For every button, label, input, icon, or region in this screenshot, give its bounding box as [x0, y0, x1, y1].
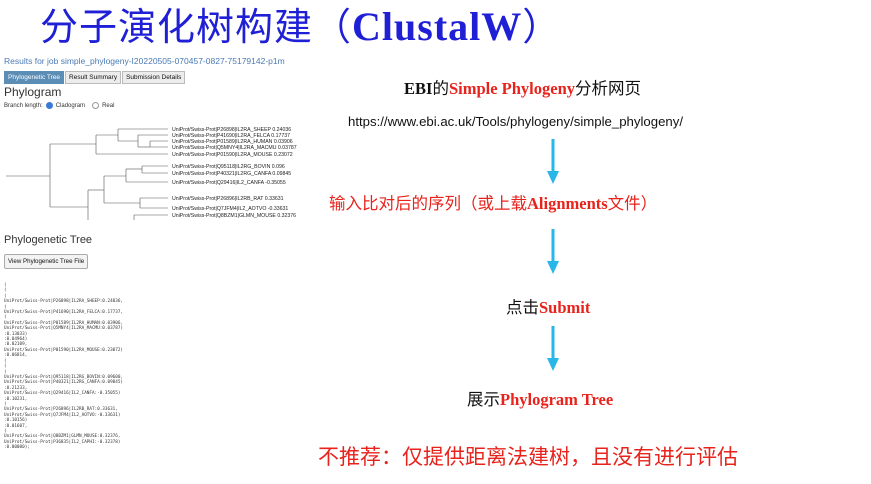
ebi-suffix: 分析网页: [575, 79, 641, 98]
tree-leaf-label: UniProt/Swiss-Prot|Q5MNY4|IL2RA_MACMU 0.…: [172, 145, 297, 151]
view-tree-file-button[interactable]: View Phylogenetic Tree File: [4, 254, 89, 269]
branch-length-control: Branch length: Cladogram Real: [4, 102, 114, 109]
step3-phylogram-tree: Phylogram Tree: [500, 390, 614, 409]
slide-title-close: ）: [522, 5, 562, 49]
job-title: Results for job simple_phylogeny-I202205…: [4, 56, 285, 66]
step-input-alignment: 输入比对后的序列（或上载Alignments文件）: [329, 190, 657, 214]
simple-phylogeny-label: Simple Phylogeny: [448, 79, 575, 98]
slide-title-zh: 分子演化树构建（: [40, 5, 353, 49]
tab-phylogenetic-tree[interactable]: Phylogenetic Tree: [4, 71, 65, 84]
cladogram-radio[interactable]: [45, 102, 53, 109]
tab-submission-details[interactable]: Submission Details: [122, 71, 186, 84]
tree-leaf-label: UniProt/Swiss-Prot|P01590|IL2RA_MOUSE 0.…: [172, 152, 293, 158]
tree-leaf-label: UniProt/Swiss-Prot|Q8BZM1|GLMN_MOUSE 0.3…: [172, 213, 296, 219]
ebi-label: EBI: [404, 79, 433, 98]
ebi-simple-phylogeny-caption: EBI的Simple Phylogeny分析网页: [404, 75, 641, 99]
down-arrow-icon: [547, 229, 559, 274]
cladogram-label: Cladogram: [55, 102, 86, 109]
tree-leaf-label: UniProt/Swiss-Prot|Q29416|IL2_CANFA -0.3…: [172, 180, 286, 186]
down-arrow-icon: [547, 139, 559, 184]
step1-suffix: 文件）: [607, 194, 658, 213]
step1-alignments: Alignments: [527, 194, 608, 213]
tree-leaf-labels: UniProt/Swiss-Prot|P26898|IL2RA_SHEEP 0.…: [172, 127, 297, 219]
tree-branches: [6, 128, 168, 220]
step-click-submit: 点击Submit: [506, 294, 590, 318]
tree-leaf-label: UniProt/Swiss-Prot|P40321|IL2RG_CANFA 0.…: [172, 171, 291, 177]
ebi-url: https://www.ebi.ac.uk/Tools/phylogeny/si…: [348, 114, 683, 129]
tree-leaf-label: UniProt/Swiss-Prot|Q7JFM4|IL2_AOTVO -0.3…: [172, 206, 288, 212]
phylogram-tree: UniProt/Swiss-Prot|P26898|IL2RA_SHEEP 0.…: [6, 127, 297, 220]
slide-title: 分子演化树构建（ClustalW）: [40, 4, 561, 50]
real-radio[interactable]: [92, 102, 100, 109]
step1-prefix: 输入比对后的序列（或上载: [329, 194, 527, 213]
result-tabs: Phylogenetic Tree Result Summary Submiss…: [4, 71, 186, 84]
step3-prefix: 展示: [467, 390, 500, 409]
down-arrow-icon: [547, 326, 559, 371]
slide-title-en: ClustalW: [352, 4, 523, 49]
phylogram-heading: Phylogram: [4, 85, 62, 99]
not-recommended-note: 不推荐：仅提供距离法建树，且没有进行评估: [318, 445, 738, 469]
newick-tree-text: ( ( ( UniProt/Swiss-Prot|P26898|IL2RA_SH…: [4, 283, 123, 451]
branch-length-label: Branch length:: [4, 102, 43, 109]
step2-submit: Submit: [539, 298, 591, 317]
tree-leaf-label: UniProt/Swiss-Prot|Q95118|IL2RG_BOVIN 0.…: [172, 164, 285, 170]
step2-prefix: 点击: [506, 298, 539, 317]
tree-leaf-label: UniProt/Swiss-Prot|P26896|IL2RB_RAT 0.33…: [172, 196, 284, 202]
ebi-mid: 的: [432, 79, 449, 98]
step-show-phylogram: 展示Phylogram Tree: [467, 386, 613, 410]
phylogenetic-tree-heading: Phylogenetic Tree: [4, 234, 93, 246]
tab-result-summary[interactable]: Result Summary: [65, 71, 122, 84]
real-label: Real: [102, 102, 115, 109]
